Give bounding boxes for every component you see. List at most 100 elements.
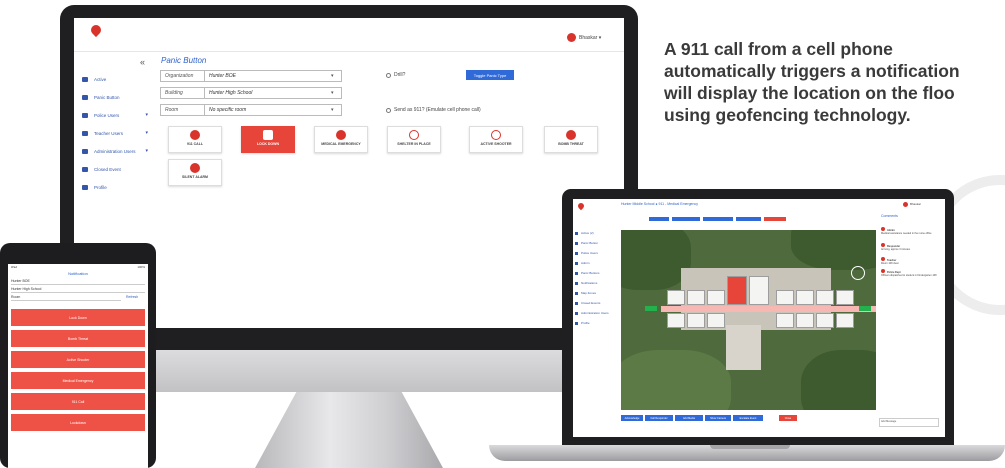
tablet-panic-button[interactable]: Medical Emergency	[11, 372, 145, 389]
map-action-button[interactable]: Show Camera	[705, 415, 731, 421]
sidebar-item-label: Active	[94, 76, 107, 82]
toolbar-button[interactable]	[672, 217, 700, 221]
laptop-sidebar-item[interactable]: Active (2)	[575, 229, 619, 237]
tablet-screen: iPad 100% Notification Hunter BOE Hunter …	[8, 264, 148, 468]
laptop-sidebar-item[interactable]: Administration Users	[575, 309, 619, 317]
close-event-button[interactable]: Close	[779, 415, 797, 421]
toolbar-button[interactable]	[764, 217, 786, 221]
sidebar-item-label: Administration Users	[94, 148, 136, 154]
satellite-floor-map[interactable]	[621, 230, 876, 410]
sidebar-item-profile[interactable]: Profile	[82, 180, 154, 194]
room-select[interactable]: Room No specific room ▾	[160, 104, 342, 116]
panic-button-label: 911 CALL	[187, 142, 203, 146]
tablet-refresh-link[interactable]: Refresh	[126, 295, 145, 301]
room	[707, 313, 725, 328]
field-label: Room	[161, 105, 205, 115]
sidebar-item-panic-button[interactable]: Panic Button	[82, 90, 154, 104]
comment-entry: Teacher Room 108 clear	[881, 257, 941, 265]
tablet-panic-button[interactable]: Lockdown	[11, 414, 145, 431]
organization-select[interactable]: Organization Hunter BOE ▾	[160, 70, 342, 82]
map-action-button[interactable]: Escalate Event	[733, 415, 763, 421]
hand-icon	[575, 241, 578, 245]
bomb-icon	[566, 130, 576, 140]
headline-text: A 911 call from a cell phone automatical…	[664, 38, 1005, 126]
user-menu[interactable]: Bhaskar ▾	[579, 35, 601, 41]
laptop-sidebar-item[interactable]: Map Zones	[575, 289, 619, 297]
tablet-organization-field[interactable]: Hunter BOE	[11, 279, 145, 285]
toolbar-button[interactable]	[703, 217, 733, 221]
room	[667, 313, 685, 328]
tablet-panic-button[interactable]: Bomb Threat	[11, 330, 145, 347]
exit-door-marker	[859, 306, 871, 311]
tablet-panic-button[interactable]: 911 Call	[11, 393, 145, 410]
toggle-panic-type-button[interactable]: Toggle Panic Type	[466, 70, 514, 80]
lock-icon	[263, 130, 273, 140]
laptop-sidebar-item[interactable]: Panic Buttons	[575, 269, 619, 277]
send-as-911-checkbox[interactable]: Send as 911? (Emulate cell phone call)	[386, 107, 481, 113]
bell-icon	[575, 281, 578, 285]
room	[687, 290, 705, 305]
sidebar-item-teacher-users[interactable]: Teacher Users ▾	[82, 126, 154, 140]
toolbar-button[interactable]	[649, 217, 669, 221]
laptop-notch	[710, 445, 790, 449]
sidebar-item-administration-users[interactable]: Administration Users ▾	[82, 144, 154, 158]
laptop-sidebar-item[interactable]: Closed Events	[575, 299, 619, 307]
app-logo-icon	[576, 201, 586, 211]
panic-lock-down-button[interactable]: LOCK DOWN	[241, 126, 295, 153]
panic-silent-alarm-button[interactable]: SILENT ALARM	[168, 159, 222, 186]
laptop-sidebar-item[interactable]: Notifications	[575, 279, 619, 287]
alert-dot-icon	[881, 243, 885, 247]
map-action-button[interactable]: Call Responder	[645, 415, 673, 421]
user-name[interactable]: Bhaskar	[910, 202, 921, 206]
laptop-sidebar-item[interactable]: Panic Button	[575, 239, 619, 247]
user-avatar-icon[interactable]	[567, 33, 576, 42]
sidebar-item-label: Police Users	[94, 112, 120, 118]
field-label: Organization	[161, 71, 205, 81]
comment-text: Medical assistance needed in the nurse o…	[881, 232, 932, 235]
user-avatar-icon[interactable]	[903, 202, 908, 207]
tablet-building-field[interactable]: Hunter High School	[11, 287, 145, 293]
laptop-sidebar-label: Admin	[581, 261, 590, 265]
sidebar-collapse-icon[interactable]: «	[140, 57, 145, 67]
panic-shelter-in-place-button[interactable]: SHELTER IN PLACE	[387, 126, 441, 153]
star-icon	[82, 166, 88, 172]
panic-911-call-button[interactable]: 911 CALL	[168, 126, 222, 153]
teacher-icon	[82, 130, 88, 136]
panic-bomb-threat-button[interactable]: BOMB THREAT	[544, 126, 598, 153]
tablet-panic-button[interactable]: Active Shooter	[11, 351, 145, 368]
tablet-room-field[interactable]: Room	[11, 295, 121, 301]
laptop-sidebar-item[interactable]: Profile	[575, 319, 619, 327]
map-action-button[interactable]: Add Media	[675, 415, 703, 421]
building-select[interactable]: Building Hunter High School ▾	[160, 87, 342, 99]
headline-line: will display the location on the floo	[664, 83, 955, 103]
radio-icon	[386, 107, 391, 113]
comment-entry: Police Dept Officers dispatched to studen…	[881, 269, 941, 277]
map-action-button[interactable]: Acknowledge	[621, 415, 643, 421]
laptop-screen: Hunter Middle School ● 911 - Medical Eme…	[573, 199, 945, 437]
hand-icon	[82, 94, 88, 100]
panic-medical-emergency-button[interactable]: MEDICAL EMERGENCY	[314, 126, 368, 153]
wrench-icon	[575, 311, 578, 315]
laptop-sidebar-item[interactable]: Police Users	[575, 249, 619, 257]
app-header: Bhaskar ▾	[74, 18, 624, 52]
compass-icon[interactable]	[851, 266, 865, 280]
sidebar-item-police-users[interactable]: Police Users ▾	[82, 108, 154, 122]
desktop-monitor-stand	[255, 392, 443, 468]
panic-active-shooter-button[interactable]: ACTIVE SHOOTER	[469, 126, 523, 153]
room	[816, 290, 834, 305]
sidebar-item-closed-event[interactable]: Closed Event	[82, 162, 154, 176]
tree-area	[801, 350, 876, 410]
tablet-panic-button[interactable]: Lock Down	[11, 309, 145, 326]
drill-checkbox[interactable]: Drill?	[386, 72, 405, 78]
map-icon	[575, 291, 578, 295]
laptop-sidebar-item[interactable]: Admin	[575, 259, 619, 267]
sidebar-item-active[interactable]: Active	[82, 72, 154, 86]
laptop-sidebar-label: Panic Button	[581, 241, 599, 245]
message-input[interactable]: Add Message	[879, 418, 939, 427]
toolbar-button[interactable]	[736, 217, 761, 221]
alert-room[interactable]	[727, 276, 747, 305]
laptop-sidebar-label: Closed Events	[581, 301, 601, 305]
headline-line: A 911 call from a cell phone	[664, 39, 893, 59]
chevron-down-icon: ▾	[145, 112, 148, 118]
page-title: Panic Button	[161, 56, 207, 65]
